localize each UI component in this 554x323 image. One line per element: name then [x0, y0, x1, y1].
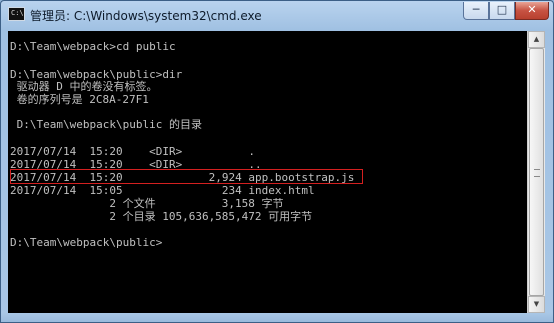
cmd-icon-label: C:\: [11, 9, 24, 17]
console-line: D:\Team\webpack>cd public: [10, 40, 176, 53]
console-prompt: D:\Team\webpack\public>: [10, 236, 163, 249]
console-output[interactable]: D:\Team\webpack>cd public D:\Team\webpac…: [8, 31, 527, 313]
close-button[interactable]: ✕: [515, 2, 549, 20]
scroll-thumb[interactable]: [529, 48, 544, 296]
maximize-button[interactable]: □: [489, 2, 515, 20]
scroll-up-button[interactable]: ▲: [528, 31, 545, 48]
minimize-button[interactable]: ─: [463, 2, 489, 20]
window-bottom-border[interactable]: [1, 313, 553, 322]
console-line: 2017/07/14 15:05 234 index.html: [10, 184, 315, 197]
vertical-scrollbar[interactable]: ▲ ▼: [527, 31, 545, 313]
console-line: 2 个目录 105,636,585,472 可用字节: [10, 210, 313, 223]
cmd-window: C:\ 管理员: C:\Windows\system32\cmd.exe ─ □…: [0, 0, 554, 323]
console-line: 2 个文件 3,158 字节: [10, 197, 284, 210]
console-line: 卷的序列号是 2C8A-27F1: [10, 93, 149, 106]
highlight-box: [10, 169, 363, 184]
cmd-icon[interactable]: C:\: [8, 7, 25, 21]
title-bar[interactable]: C:\ 管理员: C:\Windows\system32\cmd.exe ─ □…: [1, 1, 553, 31]
console-line: D:\Team\webpack\public 的目录: [10, 118, 202, 131]
window-title: 管理员: C:\Windows\system32\cmd.exe: [30, 9, 262, 23]
console-line: 驱动器 D 中的卷没有标签。: [10, 80, 158, 93]
scroll-down-button[interactable]: ▼: [528, 296, 545, 313]
console-line: 2017/07/14 15:20 <DIR> .: [10, 145, 256, 158]
grip-icon: [534, 169, 540, 177]
